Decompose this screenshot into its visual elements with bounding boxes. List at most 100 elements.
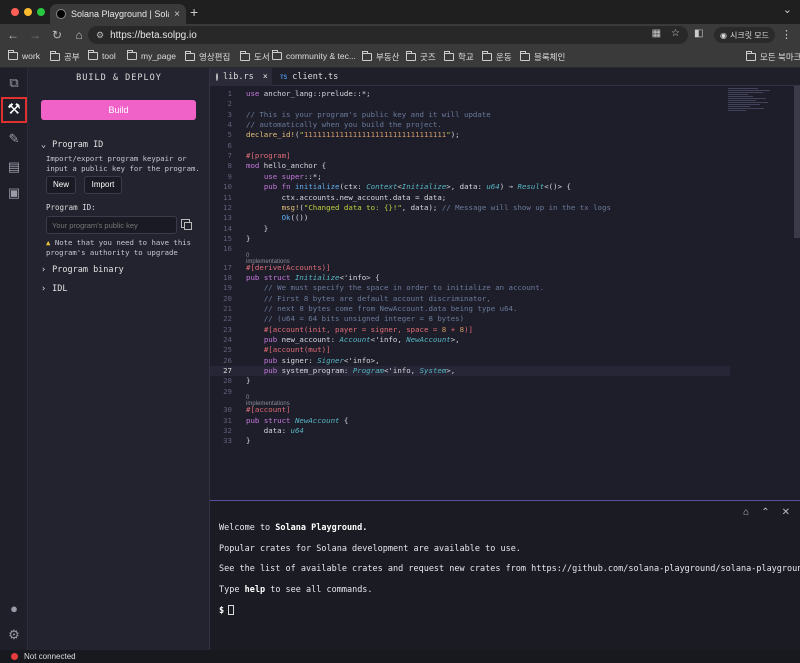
code-line[interactable]: 27 pub system_program: Program<'info, Sy… (210, 366, 730, 377)
zoom-window-button[interactable] (37, 8, 45, 16)
program-id-section-toggle[interactable]: ⌄ Program ID (41, 140, 103, 150)
close-tab-icon[interactable]: × (263, 72, 268, 82)
bookmark-folder[interactable]: 부동산 (362, 51, 399, 63)
code-editor[interactable]: 1 use anchor_lang::prelude::*; 2 3 // This i… (210, 86, 800, 500)
tutorials-icon[interactable]: ▤ (5, 158, 23, 176)
address-bar[interactable]: ⚙ https://beta.solpg.io ▦ ☆ (88, 26, 688, 44)
code-line[interactable]: 7 #[program] (210, 151, 730, 161)
code-text: #[derive(Accounts)] (246, 262, 331, 272)
code-line[interactable]: 5 declare_id!("11111111111111111111111111… (210, 130, 730, 140)
line-number: 25 (223, 345, 232, 355)
editor-scrollbar[interactable] (794, 86, 800, 238)
all-bookmarks-folder[interactable]: 모든 북마크 (746, 51, 800, 63)
bookmark-folder[interactable]: my_page (127, 50, 176, 61)
code-text: // automatically when you build the proj… (246, 120, 442, 130)
program-id-input[interactable] (46, 216, 177, 234)
idl-section-toggle[interactable]: › IDL (41, 284, 67, 294)
github-icon[interactable]: ● (5, 600, 23, 618)
code-line[interactable]: 23 #[account(init, payer = signer, space… (210, 325, 730, 335)
tab-client-ts[interactable]: TS client.ts (274, 68, 344, 86)
bookmark-folder[interactable]: 학교 (444, 51, 474, 63)
tab-search-chevron-icon[interactable]: ⌄ (783, 3, 792, 16)
code-line[interactable]: 33} (210, 436, 730, 446)
bookmark-folder[interactable]: work (8, 50, 40, 61)
site-info-icon[interactable]: ⚙ (96, 30, 104, 41)
bookmark-folder[interactable]: 공부 (50, 51, 80, 63)
code-line[interactable]: 4 // automatically when you build the pro… (210, 120, 730, 130)
new-tab-button[interactable]: + (190, 4, 198, 20)
new-keypair-button[interactable]: New (46, 176, 76, 194)
code-line[interactable]: 17 #[derive(Accounts)] (210, 263, 730, 273)
bookmark-label: 부동산 (376, 52, 400, 62)
line-number: 26 (223, 355, 232, 365)
code-line[interactable]: 6 (210, 141, 730, 151)
code-line[interactable]: 25 #[account(mut)] (210, 345, 730, 355)
code-line[interactable]: 1 use anchor_lang::prelude::*; (210, 89, 730, 99)
line-number: 15 (223, 233, 232, 243)
incognito-badge[interactable]: ◉ 시크릿 모드 (714, 27, 776, 43)
code-line[interactable]: 8 mod hello_anchor { (210, 161, 730, 171)
code-line[interactable]: 9 use super::*; (210, 172, 730, 182)
code-text: use super::*; (263, 171, 322, 181)
minimize-window-button[interactable] (24, 8, 32, 16)
reload-button[interactable]: ↻ (46, 28, 68, 42)
bookmark-star-icon[interactable]: ☆ (671, 28, 680, 39)
bookmark-folder[interactable]: 영상편집 (185, 51, 230, 63)
browser-tab[interactable]: Solana Playground | Solana IDE × (50, 4, 186, 24)
bookmark-label: 굿즈 (420, 52, 436, 62)
programs-monitor-icon[interactable]: ▣ (5, 184, 23, 202)
copy-icon[interactable] (181, 219, 192, 230)
clear-terminal-icon[interactable]: ⌂ (743, 507, 749, 518)
code-line[interactable]: 19 // We must specify the space in order… (210, 283, 730, 293)
minimap[interactable] (728, 88, 788, 128)
bookmark-folder[interactable]: tool (88, 50, 116, 61)
forward-button[interactable]: → (24, 28, 46, 42)
build-deploy-tools-icon[interactable]: ⚒ (1, 97, 27, 123)
code-line[interactable]: 22 // (u64 = 64 bits unsigned integer = … (210, 314, 730, 324)
code-line[interactable]: 30 #[account] (210, 405, 730, 415)
qr-code-icon[interactable]: ▦ (652, 28, 661, 39)
close-window-button[interactable] (11, 8, 19, 16)
explorer-icon[interactable]: ⧉ (5, 74, 23, 92)
bookmark-folder[interactable]: 운동 (482, 51, 512, 63)
build-button[interactable]: Build (41, 100, 196, 120)
program-binary-section-toggle[interactable]: › Program binary (41, 265, 124, 275)
code-line[interactable]: 32 data: u64 (210, 426, 730, 436)
tab-lib-rs[interactable]: lib.rs × (210, 68, 272, 86)
home-button[interactable]: ⌂ (68, 28, 90, 42)
code-line[interactable]: 11 ctx.accounts.new_account.data = data; (210, 193, 730, 203)
program-id-label: Program ID: (46, 203, 96, 212)
code-line[interactable]: 3 // This is your program's public key an… (210, 110, 730, 120)
connection-status-text[interactable]: Not connected (24, 652, 76, 661)
code-line[interactable]: 15} (210, 234, 730, 244)
code-line[interactable]: 10 pub fn initialize(ctx: Context<Initia… (210, 182, 730, 192)
side-panel-icon[interactable]: ◧ (694, 28, 703, 39)
code-line[interactable]: 18 pub struct Initialize<'info> { (210, 273, 730, 283)
import-keypair-button[interactable]: Import (84, 176, 122, 194)
bookmark-folder[interactable]: community & tec... (272, 50, 356, 61)
bookmark-label: community & tec... (286, 51, 356, 61)
code-line[interactable]: 24 pub new_account: Account<'info, NewAc… (210, 335, 730, 345)
bookmark-folder[interactable]: 굿즈 (406, 51, 436, 63)
code-line[interactable]: 12 msg!("Changed data to: {}!", data); /… (210, 203, 730, 213)
close-tab-icon[interactable]: × (174, 9, 180, 20)
code-line[interactable]: 26 pub signer: Signer<'info>, (210, 356, 730, 366)
code-line[interactable]: 31 pub struct NewAccount { (210, 416, 730, 426)
browser-menu-icon[interactable]: ⋮ (781, 28, 792, 41)
bookmark-folder[interactable]: 블록체인 (520, 51, 565, 63)
settings-gear-icon[interactable]: ⚙ (5, 626, 23, 644)
code-line[interactable]: 28} (210, 376, 730, 386)
maximize-terminal-icon[interactable]: ⌃ (761, 507, 769, 518)
bookmark-folder[interactable]: 도서 (240, 51, 270, 63)
code-line[interactable]: 13 Ok(()) (210, 213, 730, 223)
terminal-prompt-line[interactable]: $ (219, 605, 235, 616)
code-line[interactable]: 14 } (210, 224, 730, 234)
back-button[interactable]: ← (2, 28, 24, 42)
code-line[interactable]: 21 // next 8 bytes come from NewAccount.… (210, 304, 730, 314)
code-line[interactable]: 2 (210, 99, 730, 109)
terminal-panel[interactable]: ⌂ ⌃ ✕ Welcome to Solana Playground. Popu… (210, 500, 800, 650)
code-line[interactable]: 20 // First 8 bytes are default account … (210, 294, 730, 304)
line-number: 10 (223, 182, 232, 192)
close-terminal-icon[interactable]: ✕ (782, 507, 790, 518)
test-wand-icon[interactable]: ✎ (5, 130, 23, 148)
